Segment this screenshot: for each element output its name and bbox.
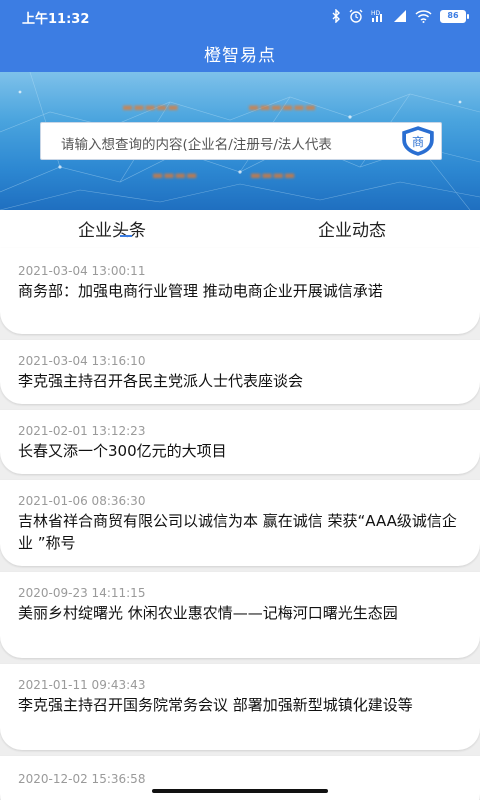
news-time: 2021-01-06 08:36:30 [18,494,146,508]
banner-decoration: ▬▬▬▬ [250,168,296,182]
banner: ▬▬▬▬▬ ▬▬▬▬▬▬ 请输入想查询的内容(企业名/注册号/法人代表 商 ▬▬… [0,72,480,210]
banner-blurred-text-bottom: ▬▬▬▬ ▬▬▬▬ [0,168,480,184]
tab-bar: 企业头条 企业动态 [0,210,480,248]
tab-indicator [120,235,132,237]
app-title: 橙智易点 [204,46,276,66]
news-time: 2021-01-11 09:43:43 [18,678,146,692]
status-time: 上午11:32 [22,12,90,27]
banner-blurred-text-top: ▬▬▬▬▬ ▬▬▬▬▬▬ [0,100,480,118]
news-item[interactable]: 2021-03-04 13:16:10 李克强主持召开各民主党派人士代表座谈会 [0,340,480,404]
news-title: 美丽乡村绽曙光 休闲农业惠农情——记梅河口曙光生态园 [18,604,398,622]
news-time: 2021-02-01 13:12:23 [18,424,146,438]
hd-signal-icon: HD [371,10,382,22]
business-search-icon[interactable]: 商 [400,126,436,156]
news-title: 商务部：加强电商行业管理 推动电商企业开展诚信承诺 [18,282,383,300]
news-time: 2021-03-04 13:16:10 [18,354,146,368]
tab-news[interactable]: 企业动态 [318,216,386,241]
search-placeholder: 请输入想查询的内容(企业名/注册号/法人代表 [61,137,332,153]
bluetooth-icon [332,9,340,23]
banner-decoration: ▬▬▬▬▬ [122,100,179,114]
home-indicator[interactable] [152,789,328,793]
news-time: 2020-12-02 15:36:58 [18,772,146,786]
battery-icon: 86 [440,9,469,23]
news-title: 吉林省祥合商贸有限公司以诚信为本 赢在诚信 荣获“AAA级诚信企业 ”称号 [18,512,457,552]
news-item[interactable]: 2020-09-23 14:11:15 美丽乡村绽曙光 休闲农业惠农情——记梅河… [0,572,480,658]
news-item[interactable]: 2021-01-06 08:36:30 吉林省祥合商贸有限公司以诚信为本 赢在诚… [0,480,480,566]
news-title: 李克强主持召开国务院常务会议 部署加强新型城镇化建设等 [18,696,413,714]
app-bar: 橙智易点 [0,32,480,72]
banner-decoration: ▬▬▬▬▬▬ [248,100,317,114]
alarm-icon [349,9,363,23]
news-item[interactable]: 2021-02-01 13:12:23 长春又添一个300亿元的大项目 [0,410,480,474]
news-item[interactable]: 2020-12-02 15:36:58 [0,756,480,800]
banner-decoration: ▬▬▬▬ [152,168,198,182]
news-item[interactable]: 2021-01-11 09:43:43 李克强主持召开国务院常务会议 部署加强新… [0,664,480,750]
news-title: 李克强主持召开各民主党派人士代表座谈会 [18,372,304,390]
news-time: 2021-03-04 13:00:11 [18,264,146,278]
status-icons: HD 86 [332,8,469,24]
news-title: 长春又添一个300亿元的大项目 [18,442,227,460]
status-bar: 上午11:32 HD 86 [0,0,480,32]
news-item[interactable]: 2021-03-04 13:00:11 商务部：加强电商行业管理 推动电商企业开… [0,248,480,334]
wifi-icon [415,9,432,23]
svg-text:HD: HD [371,10,381,17]
tab-headlines[interactable]: 企业头条 [78,216,146,241]
news-time: 2020-09-23 14:11:15 [18,586,146,600]
search-input[interactable]: 请输入想查询的内容(企业名/注册号/法人代表 商 [40,122,442,160]
search-badge-text: 商 [412,134,424,149]
signal-icon [394,10,406,22]
